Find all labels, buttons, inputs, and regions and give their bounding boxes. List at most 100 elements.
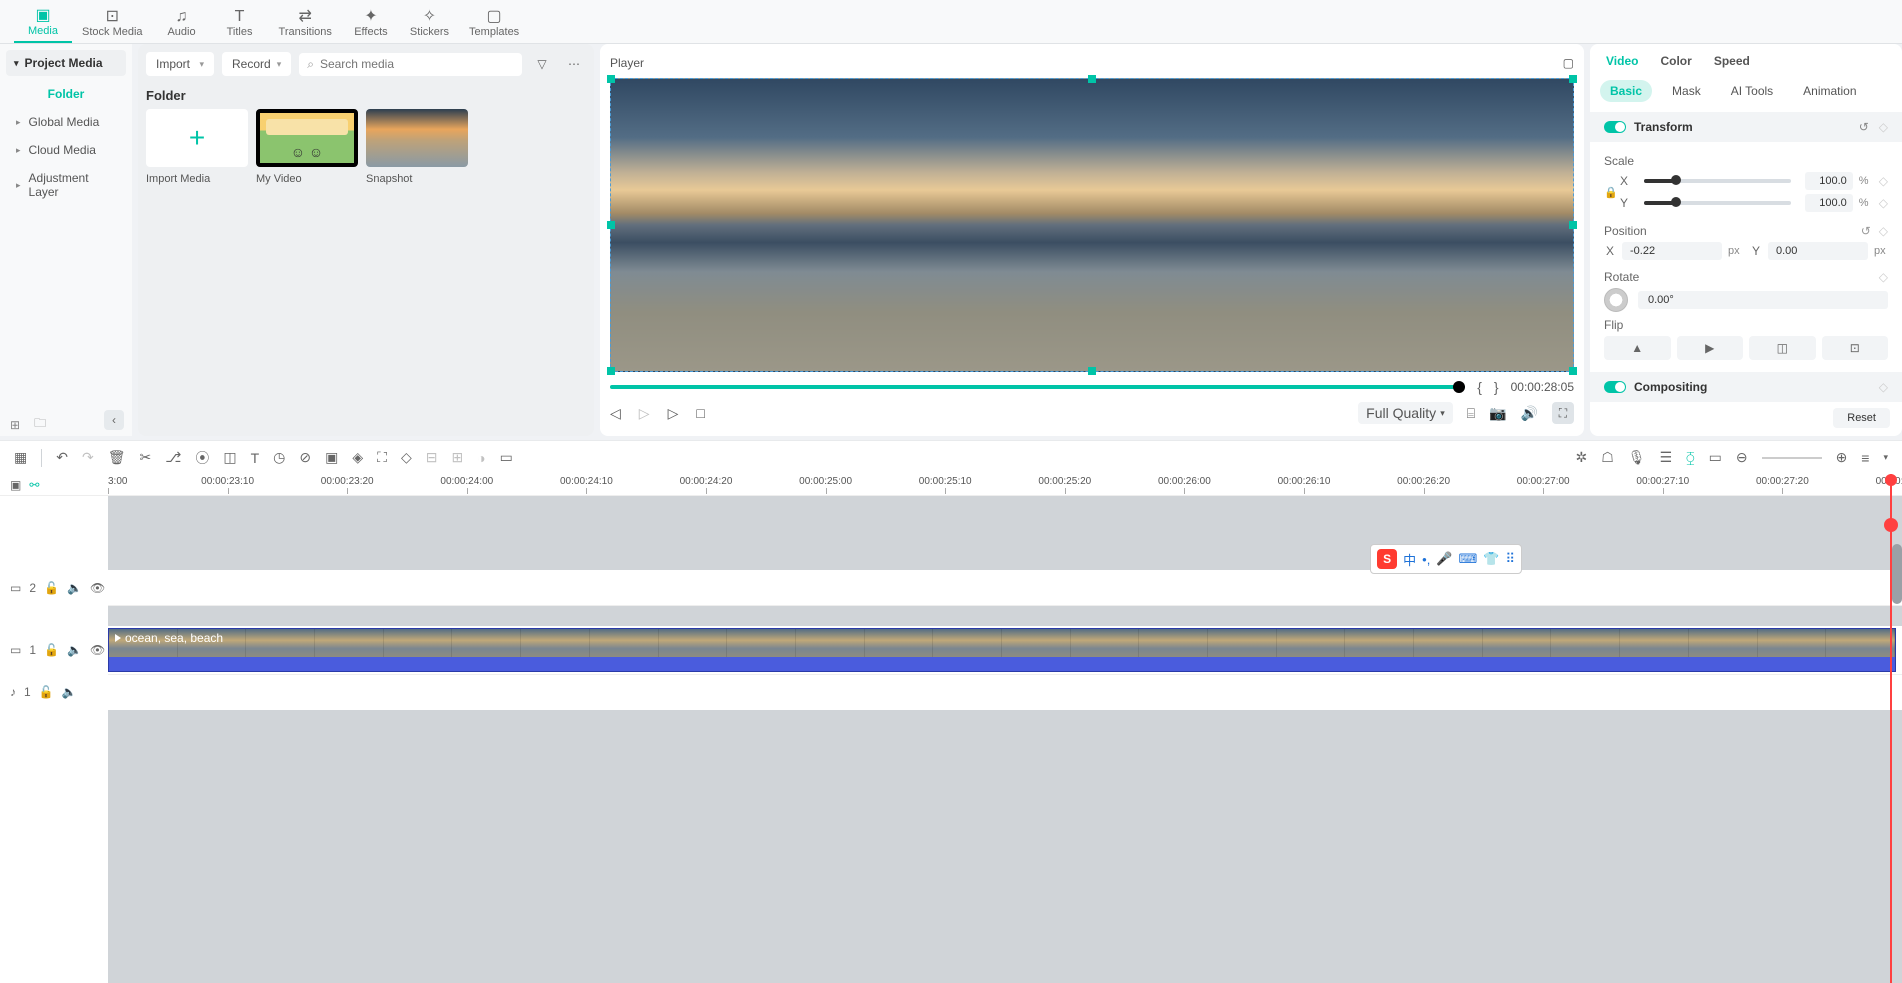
record-dropdown[interactable]: Record▾ bbox=[222, 52, 291, 76]
progress-thumb[interactable] bbox=[1453, 381, 1465, 393]
quality-dropdown[interactable]: Full Quality▾ bbox=[1358, 402, 1453, 424]
sidebar-collapse-button[interactable]: ‹ bbox=[104, 410, 124, 430]
handle-left[interactable] bbox=[607, 221, 615, 229]
more-button[interactable]: ⋯ bbox=[562, 52, 586, 76]
text-button[interactable]: T bbox=[251, 450, 260, 466]
track-v1[interactable]: ocean, sea, beach bbox=[108, 626, 1902, 674]
transform-header[interactable]: Transform ↺◇ bbox=[1590, 112, 1902, 142]
tab-media[interactable]: ▣Media bbox=[14, 4, 72, 43]
sidebar-header-project-media[interactable]: ▾Project Media bbox=[6, 50, 126, 76]
scale-x-slider[interactable] bbox=[1644, 179, 1791, 183]
subtab-mask[interactable]: Mask bbox=[1662, 80, 1711, 102]
handle-corner[interactable] bbox=[1569, 75, 1577, 83]
reset-icon[interactable]: ↺ bbox=[1861, 224, 1871, 238]
scale-lock-link[interactable]: 🔒 bbox=[1604, 172, 1618, 218]
link-button[interactable]: ⊘ bbox=[299, 449, 311, 466]
tab-stickers[interactable]: ✧Stickers bbox=[400, 4, 459, 43]
tab-titles[interactable]: TTitles bbox=[211, 4, 269, 43]
keyframe-icon[interactable]: ◇ bbox=[1879, 380, 1888, 394]
ime-cn-button[interactable]: 中 bbox=[1403, 550, 1416, 569]
mark-in-button[interactable]: { bbox=[1477, 379, 1482, 395]
ime-mic-icon[interactable]: 🎤 bbox=[1436, 551, 1452, 567]
play-slow-button[interactable]: ▷ bbox=[639, 405, 650, 422]
mute-icon[interactable]: 🔈 bbox=[67, 581, 82, 595]
tab-templates[interactable]: ▢Templates bbox=[459, 4, 529, 43]
keyframe-button[interactable]: ◈ bbox=[352, 449, 363, 466]
mute-icon[interactable]: 🔈 bbox=[62, 685, 77, 699]
add-bin-icon[interactable]: ⊞ bbox=[10, 418, 20, 432]
reset-icon[interactable]: ↺ bbox=[1859, 120, 1869, 134]
flip-both-button[interactable]: ◫ bbox=[1749, 336, 1816, 360]
playhead[interactable] bbox=[1890, 474, 1892, 983]
crop-button[interactable]: ◫ bbox=[223, 449, 236, 466]
keyframe-icon[interactable]: ◇ bbox=[1879, 120, 1888, 134]
mute-icon[interactable]: 🔈 bbox=[67, 643, 82, 657]
link-toggle-icon[interactable]: ⚯ bbox=[29, 478, 39, 492]
volume-icon[interactable]: 🔊 bbox=[1521, 405, 1538, 422]
ungroup-button[interactable]: ◑ bbox=[477, 450, 485, 466]
inspector-tab-speed[interactable]: Speed bbox=[1714, 54, 1750, 68]
split-button[interactable]: ⎇ bbox=[165, 449, 181, 466]
list-icon[interactable]: ☰ bbox=[1660, 449, 1673, 466]
flip-horizontal-button[interactable]: ▲ bbox=[1604, 336, 1671, 360]
ime-punct-icon[interactable]: •, bbox=[1422, 552, 1430, 567]
overlay-button[interactable]: ▣ bbox=[325, 449, 338, 466]
marker-tool-icon[interactable]: ✲ bbox=[1575, 449, 1587, 466]
zoom-slider[interactable] bbox=[1762, 457, 1822, 459]
keyframe-icon[interactable]: ◇ bbox=[1879, 196, 1888, 210]
snapshot-icon[interactable]: ▢ bbox=[1563, 56, 1574, 70]
compositing-header[interactable]: Compositing ◇ bbox=[1590, 372, 1902, 402]
inspector-tab-color[interactable]: Color bbox=[1660, 54, 1691, 68]
fullscreen-button[interactable]: ⛶ bbox=[1552, 402, 1574, 424]
keyframe-icon[interactable]: ◇ bbox=[1879, 224, 1888, 238]
position-y-value[interactable]: 0.00 bbox=[1768, 242, 1868, 260]
subtab-animation[interactable]: Animation bbox=[1793, 80, 1866, 102]
ime-logo-icon[interactable]: S bbox=[1377, 549, 1397, 569]
rotate-dial[interactable] bbox=[1604, 288, 1628, 312]
lock-icon[interactable]: 🔓 bbox=[39, 685, 54, 699]
camera-icon[interactable]: 📷 bbox=[1489, 405, 1506, 422]
scale-y-slider[interactable] bbox=[1644, 201, 1791, 205]
tracks-icon[interactable]: ▣ bbox=[10, 478, 21, 492]
play-button[interactable]: ▷ bbox=[668, 405, 679, 422]
detach-button[interactable]: ⊟ bbox=[426, 449, 438, 466]
scale-y-value[interactable]: 100.0 bbox=[1805, 194, 1853, 212]
stop-button[interactable]: □ bbox=[696, 405, 704, 421]
track-options-icon[interactable]: ≡ bbox=[1861, 450, 1869, 466]
magnet-icon[interactable]: ⧲ bbox=[1686, 449, 1694, 466]
handle-top[interactable] bbox=[1088, 75, 1096, 83]
media-card-import[interactable]: + Import Media bbox=[146, 109, 248, 185]
transform-toggle[interactable] bbox=[1604, 121, 1626, 133]
compositing-toggle[interactable] bbox=[1604, 381, 1626, 393]
eye-icon[interactable]: 👁 bbox=[90, 643, 105, 657]
position-x-value[interactable]: -0.22 bbox=[1622, 242, 1722, 260]
group-button[interactable]: ⊞ bbox=[451, 449, 463, 466]
lock-icon[interactable]: 🔓 bbox=[44, 643, 59, 657]
media-card-my-video[interactable]: My Video bbox=[256, 109, 358, 185]
handle-corner[interactable] bbox=[607, 75, 615, 83]
fit-button[interactable]: ⛶ bbox=[377, 449, 387, 466]
handle-corner[interactable] bbox=[1569, 367, 1577, 375]
new-folder-icon[interactable]: 🗀 bbox=[34, 414, 46, 435]
subtab-basic[interactable]: Basic bbox=[1600, 80, 1652, 102]
keyframe-icon[interactable]: ◇ bbox=[1879, 174, 1888, 188]
mic-icon[interactable]: 🎙 bbox=[1628, 449, 1646, 466]
ime-keyboard-icon[interactable]: ⌨ bbox=[1459, 551, 1478, 567]
tab-transitions[interactable]: ⇄Transitions bbox=[269, 4, 342, 43]
undo-button[interactable]: ↶ bbox=[56, 449, 68, 466]
import-dropdown[interactable]: Import▾ bbox=[146, 52, 214, 76]
search-input[interactable] bbox=[320, 57, 514, 71]
zoom-out-button[interactable]: ⊖ bbox=[1736, 449, 1748, 466]
tracks-area[interactable]: 00:23:0000:00:23:1000:00:23:2000:00:24:0… bbox=[108, 474, 1902, 983]
time-ruler[interactable]: 00:23:0000:00:23:1000:00:23:2000:00:24:0… bbox=[108, 474, 1902, 496]
display-icon[interactable]: ⌸ bbox=[1467, 405, 1475, 422]
vertical-scrollbar[interactable] bbox=[1892, 544, 1902, 604]
redo-button[interactable]: ↷ bbox=[82, 449, 94, 466]
sidebar-item-global-media[interactable]: ▸Global Media bbox=[6, 108, 126, 136]
delete-button[interactable]: 🗑 bbox=[108, 449, 126, 466]
slider-knob[interactable] bbox=[1671, 175, 1681, 185]
tab-audio[interactable]: ♫Audio bbox=[153, 4, 211, 43]
tag-icon[interactable]: ⦿ bbox=[195, 448, 209, 468]
sync-icon[interactable]: ▭ bbox=[1709, 449, 1722, 466]
speed-button[interactable]: ◷ bbox=[273, 449, 285, 466]
